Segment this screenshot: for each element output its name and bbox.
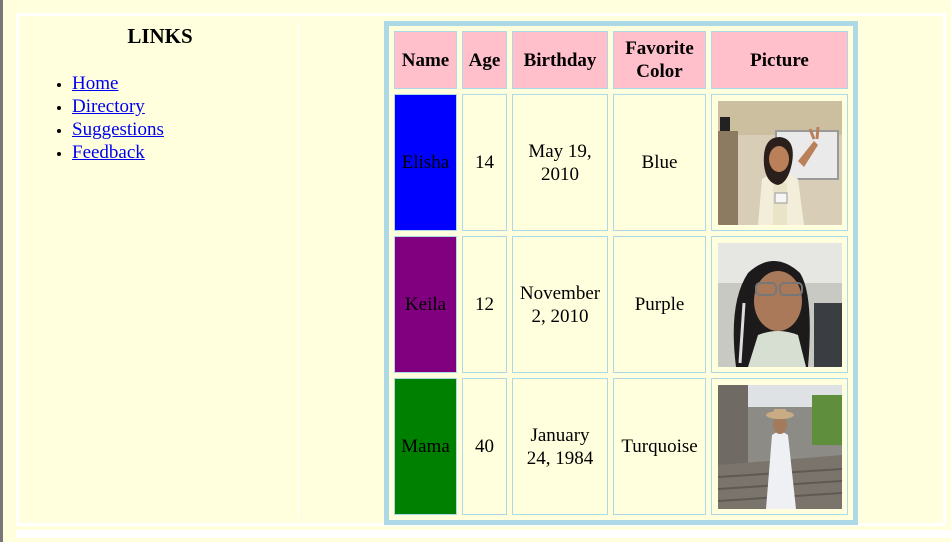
birthday-cell: January 24, 1984 <box>512 378 608 515</box>
name-cell: Elisha <box>394 94 457 231</box>
age-cell: 14 <box>462 94 507 231</box>
picture-cell <box>711 236 848 373</box>
feedback-link[interactable]: Feedback <box>72 142 145 163</box>
links-heading: LINKS <box>127 24 193 48</box>
suggestions-link[interactable]: Suggestions <box>72 119 164 140</box>
page-bottom-border <box>16 530 951 538</box>
profile-photo-mama <box>717 384 842 509</box>
table-header-row: Name Age Birthday Favorite Color Picture <box>394 31 848 89</box>
nav-item-suggestions: Suggestions <box>72 118 164 141</box>
column-header-favorite-color: Favorite Color <box>613 31 706 89</box>
picture-cell <box>711 94 848 231</box>
favorite-color-cell: Purple <box>613 236 706 373</box>
name-cell: Keila <box>394 236 457 373</box>
window-edge <box>0 0 3 542</box>
favorite-color-cell: Turquoise <box>613 378 706 515</box>
favorite-color-cell: Blue <box>613 94 706 231</box>
column-header-name: Name <box>394 31 457 89</box>
profile-photo-elisha <box>717 100 842 225</box>
table-row: Keila 12 November 2, 2010 Purple <box>394 236 848 373</box>
nav-item-feedback: Feedback <box>72 141 164 164</box>
age-cell: 40 <box>462 378 507 515</box>
sidebar: LINKS Home Directory Suggestions Feedbac… <box>22 19 299 519</box>
birthday-cell: May 19, 2010 <box>512 94 608 231</box>
home-link[interactable]: Home <box>72 73 118 94</box>
column-header-picture: Picture <box>711 31 848 89</box>
picture-cell <box>711 378 848 515</box>
directory-table-container: Name Age Birthday Favorite Color Picture… <box>384 21 858 525</box>
directory-link[interactable]: Directory <box>72 96 145 117</box>
name-cell: Mama <box>394 378 457 515</box>
nav-item-home: Home <box>72 72 164 95</box>
table-row: Mama 40 January 24, 1984 Turquoise <box>394 378 848 515</box>
age-cell: 12 <box>462 236 507 373</box>
nav-item-directory: Directory <box>72 95 164 118</box>
directory-table: Name Age Birthday Favorite Color Picture… <box>389 26 853 520</box>
profile-photo-keila <box>717 242 842 367</box>
column-header-age: Age <box>462 31 507 89</box>
column-header-birthday: Birthday <box>512 31 608 89</box>
table-row: Elisha 14 May 19, 2010 Blue <box>394 94 848 231</box>
birthday-cell: November 2, 2010 <box>512 236 608 373</box>
nav-list: Home Directory Suggestions Feedback <box>72 72 164 164</box>
